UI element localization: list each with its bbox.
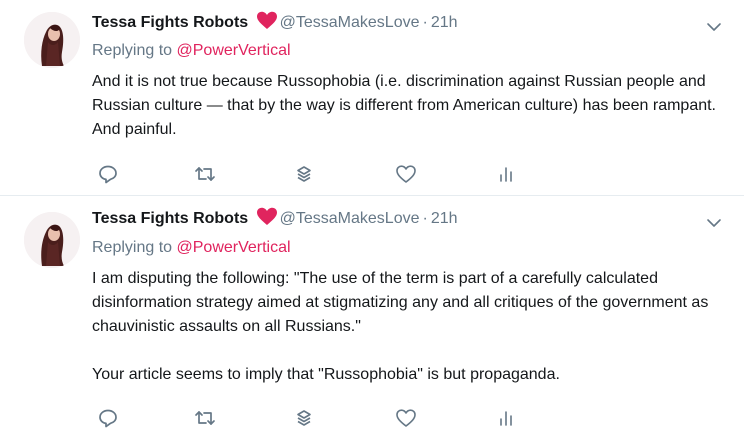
tweet-paragraph: I am disputing the following: "The use o… [92,270,709,335]
tweet-actions [0,406,744,430]
layers-icon[interactable] [292,406,316,430]
tweet-timestamp[interactable]: 21h [431,14,458,31]
author-name[interactable]: Tessa Fights Robots [92,210,248,227]
tweet-text: I am disputing the following: "The use o… [92,267,732,387]
tweet-paragraph: And it is not true because Russophobia (… [92,73,716,138]
replying-to: Replying to @PowerVertical [92,237,291,259]
author-handle[interactable]: @TessaMakesLove [280,210,420,227]
tweet-text: And it is not true because Russophobia (… [92,70,732,142]
analytics-icon[interactable] [494,406,518,430]
analytics-icon[interactable] [494,162,518,186]
separator-dot: · [422,14,428,31]
tweet-header: Tessa Fights Robots @TessaMakesLove · 21h [92,11,458,33]
avatar[interactable] [24,212,80,268]
avatar[interactable] [24,12,80,68]
chevron-down-icon[interactable] [706,216,722,228]
heart-emoji-icon [256,11,278,37]
author-handle[interactable]: @TessaMakesLove [280,14,420,31]
reply-icon[interactable] [96,162,120,186]
reply-icon[interactable] [96,406,120,430]
replying-to-label: Replying to [92,42,177,59]
reply-mention-link[interactable]: @PowerVertical [177,239,291,256]
tweet-header: Tessa Fights Robots @TessaMakesLove · 21h [92,207,458,229]
replying-to: Replying to @PowerVertical [92,40,291,62]
layers-icon[interactable] [292,162,316,186]
retweet-icon[interactable] [193,406,217,430]
separator-dot: · [422,210,428,227]
replying-to-label: Replying to [92,239,177,256]
like-icon[interactable] [394,406,418,430]
author-name[interactable]: Tessa Fights Robots [92,14,248,31]
like-icon[interactable] [394,162,418,186]
tweet-actions [0,162,744,186]
reply-mention-link[interactable]: @PowerVertical [177,42,291,59]
retweet-icon[interactable] [193,162,217,186]
tweet[interactable]: Tessa Fights Robots @TessaMakesLove · 21h … [0,196,744,446]
tweet-paragraph: Your article seems to imply that "Russop… [92,366,560,383]
heart-emoji-icon [256,207,278,233]
tweet[interactable]: Tessa Fights Robots @TessaMakesLove · 21h … [0,0,744,196]
chevron-down-icon[interactable] [706,20,722,32]
tweet-timestamp[interactable]: 21h [431,210,458,227]
